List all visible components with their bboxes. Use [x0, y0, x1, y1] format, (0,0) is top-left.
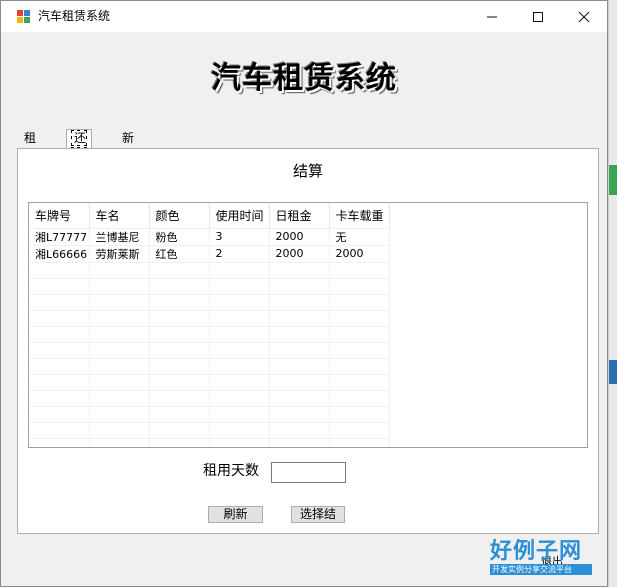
- app-heading: 汽车租赁系统: [211, 61, 397, 96]
- maximize-button[interactable]: [515, 1, 561, 32]
- watermark-logo: 好例子网 开发实例分享交流平台: [490, 538, 595, 575]
- table-cell[interactable]: 无: [329, 228, 390, 246]
- close-button[interactable]: [561, 1, 607, 32]
- column-header[interactable]: 车牌号: [29, 203, 90, 229]
- title-bar[interactable]: 汽车租赁系统: [1, 1, 607, 32]
- rental-table: 车牌号 车名 颜色 使用时间 日租金 卡车载重 湘L77777 兰博基尼 粉色 …: [29, 203, 390, 447]
- background-window-edge: [608, 0, 617, 587]
- background-blue-mark: [609, 360, 617, 384]
- close-icon: [578, 11, 590, 23]
- table-cell[interactable]: 劳斯莱斯: [89, 245, 150, 263]
- column-header[interactable]: 颜色: [149, 203, 210, 229]
- tab-new-car[interactable]: 新车入库: [117, 130, 139, 196]
- rental-days-label: 租用天数: [203, 463, 259, 479]
- rental-grid[interactable]: 车牌号 车名 颜色 使用时间 日租金 卡车载重 湘L77777 兰博基尼 粉色 …: [28, 202, 588, 448]
- background-green-mark: [609, 165, 617, 195]
- table-row[interactable]: 湘L77777 兰博基尼 粉色 3 2000 无: [29, 228, 390, 246]
- maximize-icon: [533, 12, 543, 22]
- minimize-button[interactable]: [469, 1, 515, 32]
- settle-button[interactable]: 选择结: [291, 506, 345, 523]
- table-row[interactable]: 湘L66666 劳斯莱斯 红色 2 2000 2000: [29, 245, 390, 263]
- tab-rent[interactable]: 租车: [19, 130, 41, 162]
- table-cell[interactable]: 兰博基尼: [89, 228, 150, 246]
- column-header[interactable]: 车名: [89, 203, 150, 229]
- table-cell[interactable]: 2: [209, 245, 270, 263]
- table-cell[interactable]: 湘L66666: [29, 245, 90, 263]
- table-cell[interactable]: 3: [209, 228, 270, 246]
- table-cell[interactable]: 2000: [269, 245, 330, 263]
- minimize-icon: [487, 16, 497, 18]
- table-cell[interactable]: 2000: [269, 228, 330, 246]
- column-header[interactable]: 卡车载重: [329, 203, 390, 229]
- column-header[interactable]: 日租金: [269, 203, 330, 229]
- watermark-main-text: 好例子网: [490, 538, 583, 564]
- table-cell[interactable]: 红色: [149, 245, 210, 263]
- grid-header-row: 车牌号 车名 颜色 使用时间 日租金 卡车载重: [29, 203, 390, 229]
- return-tab-panel: 结算 车牌号 车名 颜色 使用时间 日租金 卡车载重 湘L77777 兰博基尼 …: [17, 148, 599, 534]
- table-cell[interactable]: 湘L77777: [29, 228, 90, 246]
- refresh-button[interactable]: 刷新: [208, 506, 263, 523]
- window-title: 汽车租赁系统: [38, 9, 111, 23]
- tab-return[interactable]: 还车: [66, 129, 93, 163]
- watermark-sub-text: 开发实例分享交流平台: [490, 564, 592, 575]
- empty-rows: [29, 262, 390, 447]
- section-title: 结算: [292, 162, 323, 180]
- app-window: 汽车租赁系统 汽车租赁系统 租车 还车 新车入库 结算 车牌号 车名 颜色: [0, 0, 608, 587]
- column-header[interactable]: 使用时间: [209, 203, 270, 229]
- rental-days-input[interactable]: [271, 462, 346, 483]
- app-icon: [17, 10, 31, 24]
- table-cell[interactable]: 2000: [329, 245, 390, 263]
- table-cell[interactable]: 粉色: [149, 228, 210, 246]
